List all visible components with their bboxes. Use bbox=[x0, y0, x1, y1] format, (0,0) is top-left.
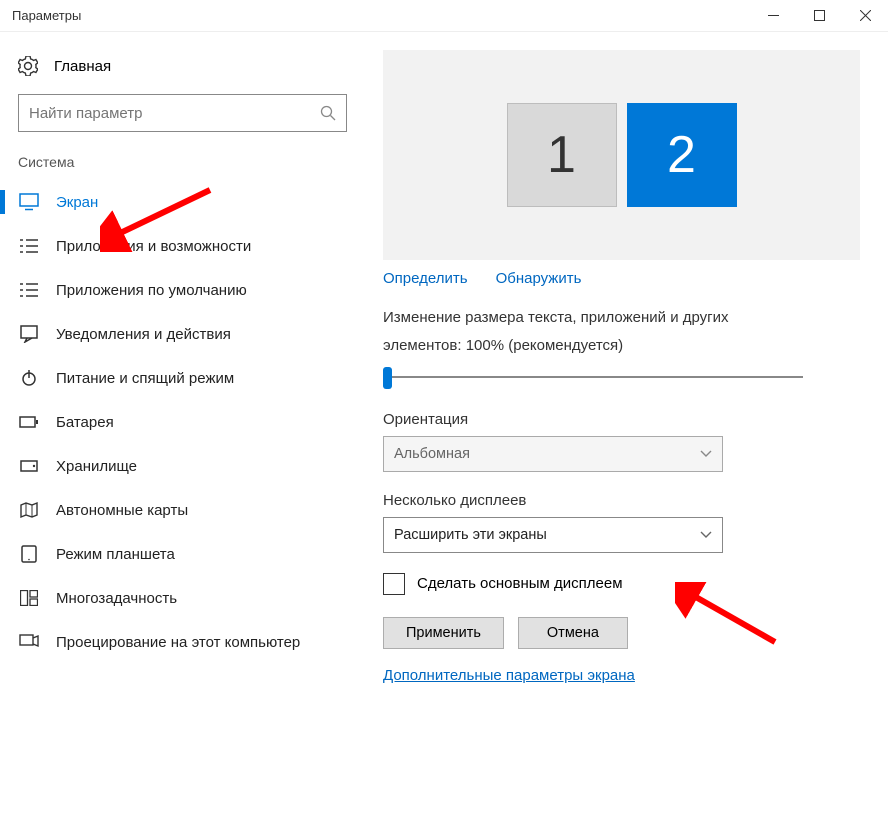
orientation-label: Ориентация bbox=[383, 411, 860, 428]
sidebar-item-projecting[interactable]: Проецирование на этот компьютер bbox=[0, 620, 365, 664]
multi-display-dropdown[interactable]: Расширить эти экраны bbox=[383, 517, 723, 553]
search-input[interactable] bbox=[29, 105, 320, 122]
chevron-down-icon bbox=[700, 531, 712, 539]
monitor-2[interactable]: 2 bbox=[627, 103, 737, 207]
project-icon bbox=[18, 631, 40, 653]
map-icon bbox=[18, 499, 40, 521]
sidebar-item-storage[interactable]: Хранилище bbox=[0, 444, 365, 488]
section-header: Система bbox=[0, 150, 365, 180]
home-link[interactable]: Главная bbox=[0, 50, 365, 94]
sidebar-item-label: Автономные карты bbox=[56, 502, 188, 519]
close-button[interactable] bbox=[842, 0, 888, 32]
sidebar-item-label: Проецирование на этот компьютер bbox=[56, 634, 300, 651]
identify-link[interactable]: Определить bbox=[383, 270, 468, 287]
sidebar-item-multitask[interactable]: Многозадачность bbox=[0, 576, 365, 620]
chevron-down-icon bbox=[700, 450, 712, 458]
monitor-icon bbox=[18, 191, 40, 213]
multi-display-value: Расширить эти экраны bbox=[394, 527, 547, 543]
tablet-icon bbox=[18, 543, 40, 565]
maximize-button[interactable] bbox=[796, 0, 842, 32]
search-box[interactable] bbox=[18, 94, 347, 132]
scale-label-2: элементов: 100% (рекомендуется) bbox=[383, 335, 860, 357]
sidebar-item-tablet[interactable]: Режим планшета bbox=[0, 532, 365, 576]
sidebar-item-label: Многозадачность bbox=[56, 590, 177, 607]
sidebar-item-default-apps[interactable]: Приложения по умолчанию bbox=[0, 268, 365, 312]
detect-link[interactable]: Обнаружить bbox=[496, 270, 582, 287]
sidebar-item-maps[interactable]: Автономные карты bbox=[0, 488, 365, 532]
gear-icon bbox=[18, 56, 38, 76]
sidebar: Главная Система Экран Приложения и возмо… bbox=[0, 32, 365, 826]
titlebar: Параметры bbox=[0, 0, 888, 32]
slider-thumb[interactable] bbox=[383, 367, 392, 389]
apply-button[interactable]: Применить bbox=[383, 617, 504, 649]
sidebar-item-label: Хранилище bbox=[56, 458, 137, 475]
sidebar-item-notifications[interactable]: Уведомления и действия bbox=[0, 312, 365, 356]
sidebar-item-label: Батарея bbox=[56, 414, 114, 431]
sidebar-item-apps[interactable]: Приложения и возможности bbox=[0, 224, 365, 268]
scale-slider[interactable] bbox=[383, 367, 803, 387]
home-label: Главная bbox=[54, 58, 111, 75]
orientation-dropdown[interactable]: Альбомная bbox=[383, 436, 723, 472]
notification-icon bbox=[18, 323, 40, 345]
battery-icon bbox=[18, 411, 40, 433]
sidebar-item-power[interactable]: Питание и спящий режим bbox=[0, 356, 365, 400]
sidebar-item-label: Питание и спящий режим bbox=[56, 370, 234, 387]
sidebar-item-label: Приложения и возможности bbox=[56, 238, 251, 255]
primary-display-label: Сделать основным дисплеем bbox=[417, 575, 623, 592]
window-title: Параметры bbox=[12, 8, 81, 23]
advanced-display-link[interactable]: Дополнительные параметры экрана bbox=[383, 667, 635, 684]
search-icon bbox=[320, 105, 336, 121]
scale-label-1: Изменение размера текста, приложений и д… bbox=[383, 307, 860, 329]
power-icon bbox=[18, 367, 40, 389]
list-icon bbox=[18, 235, 40, 257]
display-arrangement[interactable]: 1 2 bbox=[383, 50, 860, 260]
cancel-button[interactable]: Отмена bbox=[518, 617, 628, 649]
primary-display-checkbox[interactable]: Сделать основным дисплеем bbox=[383, 573, 860, 595]
orientation-value: Альбомная bbox=[394, 446, 470, 462]
monitor-1[interactable]: 1 bbox=[507, 103, 617, 207]
minimize-button[interactable] bbox=[750, 0, 796, 32]
sidebar-item-display[interactable]: Экран bbox=[0, 180, 365, 224]
main-panel: 1 2 Определить Обнаружить Изменение разм… bbox=[365, 32, 888, 826]
sidebar-item-label: Режим планшета bbox=[56, 546, 175, 563]
checkbox-box[interactable] bbox=[383, 573, 405, 595]
sidebar-item-label: Уведомления и действия bbox=[56, 326, 231, 343]
multi-display-label: Несколько дисплеев bbox=[383, 492, 860, 509]
multitask-icon bbox=[18, 587, 40, 609]
storage-icon bbox=[18, 455, 40, 477]
sidebar-item-battery[interactable]: Батарея bbox=[0, 400, 365, 444]
sidebar-item-label: Экран bbox=[56, 194, 98, 211]
settings-list-icon bbox=[18, 279, 40, 301]
sidebar-item-label: Приложения по умолчанию bbox=[56, 282, 247, 299]
